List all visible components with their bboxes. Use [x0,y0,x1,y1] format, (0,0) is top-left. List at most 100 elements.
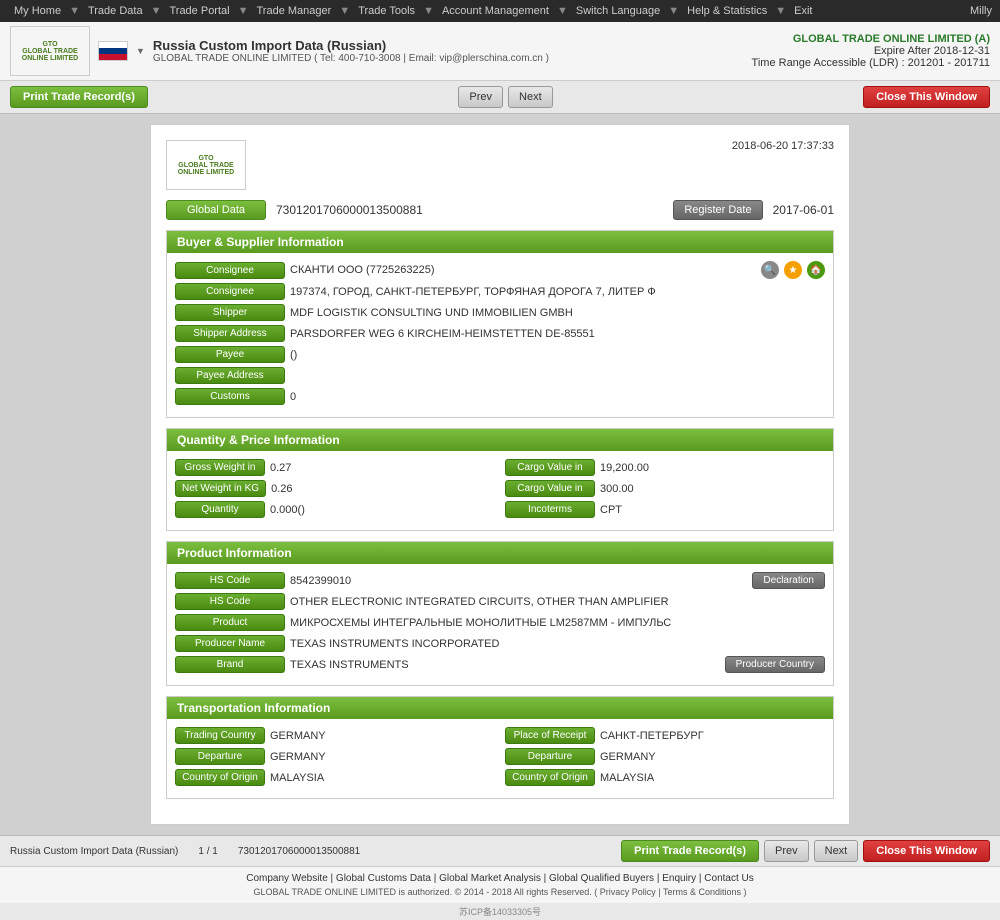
cargo-value1-value: 19,200.00 [600,462,649,474]
consignee1-value: СКАНТИ ООО (7725263225) [290,264,751,276]
nav-user: Milly [970,5,992,17]
top-toolbar: Print Trade Record(s) Prev Next Close Th… [0,81,1000,114]
country-origin-label: Country of Origin [175,769,265,786]
gross-weight-value: 0.27 [270,462,291,474]
hscode1-value: 8542399010 [290,575,747,587]
country-origin2-value: MALAYSIA [600,772,654,784]
net-weight-value: 0.26 [271,483,292,495]
record-info: Russia Custom Import Data (Russian) 1 / … [10,846,360,857]
home-icon[interactable]: 🏠 [807,261,825,279]
main-content: GTOGLOBAL TRADEONLINE LIMITED 2018-06-20… [0,114,1000,835]
gross-weight-label: Gross Weight in [175,459,265,476]
next-button[interactable]: Next [508,86,553,108]
next-button-bottom[interactable]: Next [814,840,859,862]
nav-tradetools[interactable]: Trade Tools [352,3,421,19]
brand-name: GLOBAL TRADE ONLINE LIMITED (A) [752,33,990,45]
trading-country-value: GERMANY [270,730,326,742]
print-button-bottom[interactable]: Print Trade Record(s) [621,840,759,862]
trans-row1: Trading Country GERMANY Place of Receipt… [175,727,825,744]
footer-copyright: GLOBAL TRADE ONLINE LIMITED is authorize… [10,887,990,897]
quantity-price-section: Quantity & Price Information Gross Weigh… [166,428,834,531]
prev-button-bottom[interactable]: Prev [764,840,809,862]
hscode2-label: HS Code [175,593,285,610]
place-receipt-value: САНКТ-ПЕТЕРБУРГ [600,730,704,742]
nav-trademanager[interactable]: Trade Manager [250,3,337,19]
nav-tradedata[interactable]: Trade Data [82,3,149,19]
page-title: Russia Custom Import Data (Russian) [153,38,549,53]
qty-row1: Gross Weight in 0.27 Cargo Value in 19,2… [175,459,825,476]
global-data-value: 7301201706000013500881 [276,203,423,217]
qty-row3: Quantity 0.000() Incoterms CPT [175,501,825,518]
consignee-icons: 🔍 ★ 🏠 [761,261,825,279]
global-data-row: Global Data 7301201706000013500881 Regis… [166,200,834,220]
field-row-shipper: Shipper MDF LOGISTIK CONSULTING UND IMMO… [175,304,825,321]
flag-indicator: ▼ [136,46,145,56]
top-navigation: My Home ▼ Trade Data ▼ Trade Portal ▼ Tr… [0,0,1000,22]
nav-tradeportal[interactable]: Trade Portal [163,3,235,19]
prev-button[interactable]: Prev [458,86,503,108]
footer-links: Company Website | Global Customs Data | … [10,873,990,884]
footer-link-market[interactable]: Global Market Analysis [439,873,541,884]
departure2-value: GERMANY [600,751,656,763]
logo: GTOGLOBAL TRADEONLINE LIMITED [10,26,90,76]
footer-link-buyers[interactable]: Global Qualified Buyers [549,873,654,884]
consignee1-label: Consignee [175,262,285,279]
close-button-bottom[interactable]: Close This Window [863,840,990,862]
shipper-label: Shipper [175,304,285,321]
quantity-label: Quantity [175,501,265,518]
buyer-supplier-section: Buyer & Supplier Information Consignee С… [166,230,834,418]
quantity-value: 0.000() [270,504,305,516]
field-row-hscode1: HS Code 8542399010 Declaration [175,572,825,589]
footer: Company Website | Global Customs Data | … [0,866,1000,903]
departure-value: GERMANY [270,751,326,763]
footer-link-enquiry[interactable]: Enquiry [662,873,696,884]
product-value: МИКРОСХЕМЫ ИНТЕГРАЛЬНЫЕ МОНОЛИТНЫЕ LM258… [290,617,825,629]
quantity-price-body: Gross Weight in 0.27 Cargo Value in 19,2… [167,451,833,530]
field-row-consignee2: Consignee 197374, ГОРОД, САНКТ-ПЕТЕРБУРГ… [175,283,825,300]
shipper-value: MDF LOGISTIK CONSULTING UND IMMOBILIEN G… [290,307,825,319]
page-info: 1 / 1 [198,846,217,857]
incoterms-label: Incoterms [505,501,595,518]
nav-exit[interactable]: Exit [788,3,818,19]
cargo-value2-label: Cargo Value in [505,480,595,497]
footer-link-website[interactable]: Company Website [246,873,328,884]
quantity-price-header: Quantity & Price Information [167,429,833,451]
buyer-supplier-body: Consignee СКАНТИ ООО (7725263225) 🔍 ★ 🏠 … [167,253,833,417]
logo-text: GTOGLOBAL TRADEONLINE LIMITED [22,41,78,62]
transportation-section: Transportation Information Trading Count… [166,696,834,799]
producer-name-value: TEXAS INSTRUMENTS INCORPORATED [290,638,825,650]
record-logo: GTOGLOBAL TRADEONLINE LIMITED [166,140,246,190]
field-row-hscode2: HS Code OTHER ELECTRONIC INTEGRATED CIRC… [175,593,825,610]
field-row-payee: Payee () [175,346,825,363]
nav-account[interactable]: Account Management [436,3,555,19]
trans-row3: Country of Origin MALAYSIA Country of Or… [175,769,825,786]
hscode1-label: HS Code [175,572,285,589]
footer-link-contact[interactable]: Contact Us [704,873,753,884]
producer-name-label: Producer Name [175,635,285,652]
nav-myhome[interactable]: My Home [8,3,67,19]
product-body: HS Code 8542399010 Declaration HS Code O… [167,564,833,685]
register-date-value: 2017-06-01 [773,203,834,217]
transportation-header: Transportation Information [167,697,833,719]
qty-row2: Net Weight in KG 0.26 Cargo Value in 300… [175,480,825,497]
record-id-bottom: 7301201706000013500881 [238,846,360,857]
customs-label: Customs [175,388,285,405]
producer-country-button[interactable]: Producer Country [725,656,825,673]
transportation-body: Trading Country GERMANY Place of Receipt… [167,719,833,798]
print-button[interactable]: Print Trade Record(s) [10,86,148,108]
nav-help[interactable]: Help & Statistics [681,3,773,19]
cargo-value1-label: Cargo Value in [505,459,595,476]
nav-language[interactable]: Switch Language [570,3,666,19]
field-row-brand: Brand TEXAS INSTRUMENTS Producer Country [175,656,825,673]
search-icon[interactable]: 🔍 [761,261,779,279]
close-button[interactable]: Close This Window [863,86,990,108]
record-datetime: 2018-06-20 17:37:33 [732,140,834,152]
shipper-address-value: PARSDORFER WEG 6 KIRCHEIM-HEIMSTETTEN DE… [290,328,825,340]
bottom-bar: Russia Custom Import Data (Russian) 1 / … [0,835,1000,866]
record-type: Russia Custom Import Data (Russian) [10,846,178,857]
star-icon[interactable]: ★ [784,261,802,279]
declaration-button[interactable]: Declaration [752,572,825,589]
brand-value: TEXAS INSTRUMENTS [290,659,720,671]
field-row-producer-name: Producer Name TEXAS INSTRUMENTS INCORPOR… [175,635,825,652]
footer-link-customs[interactable]: Global Customs Data [336,873,431,884]
